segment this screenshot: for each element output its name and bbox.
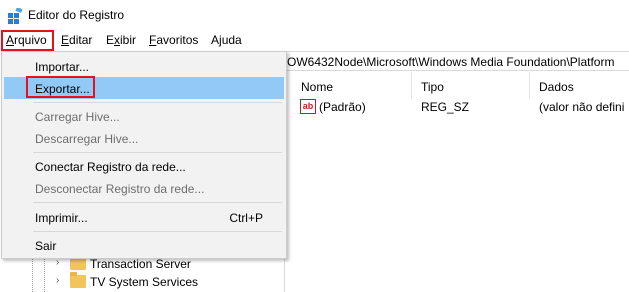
tree-guide-line xyxy=(44,255,45,292)
menu-item-imprimir[interactable]: Imprimir... Ctrl+P xyxy=(4,206,284,228)
column-header-data[interactable]: Dados xyxy=(530,72,629,99)
address-bar[interactable]: OW6432Node\Microsoft\Windows Media Found… xyxy=(285,51,629,71)
column-header-name[interactable]: Nome xyxy=(292,72,412,99)
menu-separator xyxy=(33,231,282,232)
value-name: (Padrão) xyxy=(319,100,366,114)
value-data: (valor não defini xyxy=(539,100,625,114)
address-path: OW6432Node\Microsoft\Windows Media Found… xyxy=(287,55,615,69)
menu-item-descarregar-hive: Descarregar Hive... xyxy=(35,132,139,146)
chevron-right-icon[interactable]: › xyxy=(56,276,64,286)
tree-item-label: Transaction Server xyxy=(90,257,191,271)
menu-item-carregar-hive: Carregar Hive... xyxy=(35,110,120,124)
string-value-icon: ab xyxy=(300,99,316,114)
folder-icon xyxy=(70,272,86,288)
tree-guide-line xyxy=(32,255,33,292)
menu-ajuda[interactable]: Ajuda xyxy=(211,33,242,49)
window-title: Editor do Registro xyxy=(28,8,125,22)
arquivo-highlight-box xyxy=(1,30,54,51)
tree-item-label: TV System Services xyxy=(90,275,199,289)
menu-exibir[interactable]: Exibir xyxy=(106,33,136,49)
value-type: REG_SZ xyxy=(421,100,470,114)
chevron-right-icon[interactable]: › xyxy=(56,258,64,268)
menu-separator xyxy=(33,152,282,153)
menu-bar: Arquivo Editar Exibir Favoritos Ajuda xyxy=(0,30,629,51)
exportar-highlight-box xyxy=(26,76,95,98)
menu-item-desconectar-registro: Desconectar Registro da rede... xyxy=(35,182,205,196)
menu-separator xyxy=(33,102,282,103)
shortcut-label: Ctrl+P xyxy=(229,211,263,225)
menu-item-importar[interactable]: Importar... xyxy=(4,55,284,77)
regedit-icon xyxy=(8,8,23,24)
menu-item-conectar-registro[interactable]: Conectar Registro da rede... xyxy=(4,155,284,177)
column-header-type[interactable]: Tipo xyxy=(412,72,530,99)
value-row[interactable]: ab (Padrão) REG_SZ (valor não defini xyxy=(292,99,629,117)
menu-favoritos[interactable]: Favoritos xyxy=(149,33,198,49)
values-list[interactable]: Nome Tipo Dados ab (Padrão) REG_SZ (valo… xyxy=(292,72,629,292)
menu-editar[interactable]: Editar xyxy=(61,33,92,49)
menu-item-sair[interactable]: Sair xyxy=(4,234,284,256)
title-bar: Editor do Registro xyxy=(0,0,629,30)
menu-separator xyxy=(33,202,282,203)
